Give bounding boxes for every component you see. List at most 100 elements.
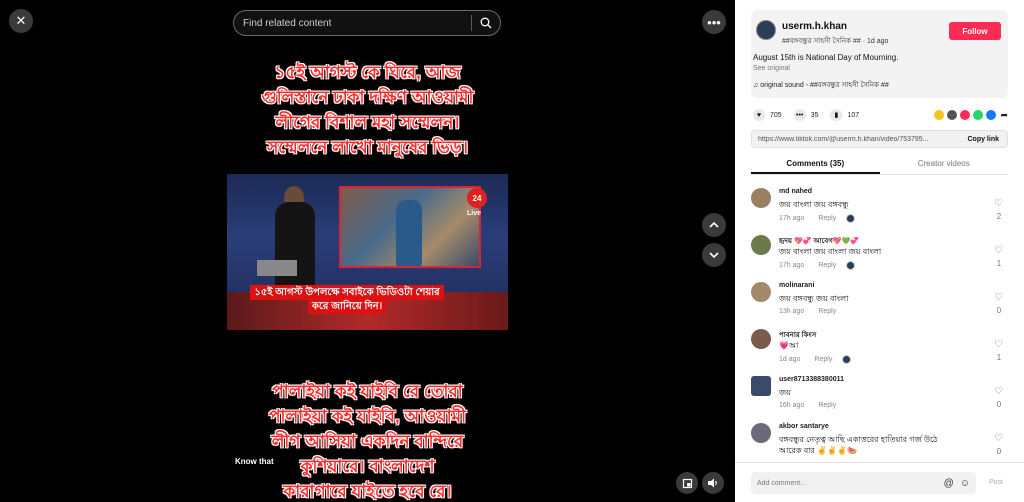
video-frame[interactable]: ১৫ই আগস্ট কে ঘিরে, আজ গুলিস্তানে ঢাকা দক… [227, 44, 508, 502]
comment-like-icon[interactable]: ♡ [994, 386, 1003, 397]
comment-placeholder: Add comment... [757, 479, 807, 487]
copy-link-button[interactable]: Copy link [959, 136, 1007, 143]
creator-liked-avatar [846, 214, 856, 223]
link-share-icon[interactable] [947, 110, 958, 120]
channel-logo: 24 [467, 188, 487, 208]
close-button[interactable]: ✕ [9, 9, 33, 33]
comment-time: 17h ago [779, 215, 805, 222]
like-stat[interactable]: ♥ 705 [753, 109, 782, 121]
post-button[interactable]: Post [989, 479, 1003, 486]
tab-comments[interactable]: Comments (35) [751, 155, 880, 174]
creator-liked-avatar [842, 355, 852, 364]
commenter-name[interactable]: akbor santarye [779, 423, 829, 430]
save-stat[interactable]: ▮ 107 [830, 109, 859, 121]
author-card: userm.h.khan ##বঙ্গবন্ধুর সাহসী সৈনিক ##… [751, 10, 1008, 98]
tab-creator-videos[interactable]: Creator videos [880, 155, 1009, 174]
reply-button[interactable]: Reply [818, 402, 836, 409]
comment-like-icon[interactable]: ♡ [994, 339, 1003, 350]
volume-button[interactable] [702, 472, 724, 494]
creator-liked-avatar [846, 261, 856, 270]
video-bottom-caption: পালাইয়া কই যাইবি রে তোরা পালাইয়া কই যা… [227, 379, 508, 502]
comment-item: md nahed জয় বাংলা জয় বঙ্গবন্ধু 17h ago… [751, 185, 1008, 232]
comment-text: জয় বঙ্গবন্ধু জয় বাংলা [779, 294, 849, 303]
comment-input[interactable]: Add comment... @ ☺ [751, 472, 976, 494]
lower-third-line: ১৫ই আগস্ট উপলক্ষে সবাইকে ভিডিওটা শেয়ার [250, 285, 444, 300]
comment-like-icon[interactable]: ♡ [994, 198, 1003, 209]
commenter-avatar[interactable] [751, 376, 771, 396]
comment-meta: 1d ago Reply [779, 355, 852, 364]
embed-share-icon[interactable] [934, 110, 945, 120]
comment-icon: ••• [793, 109, 806, 121]
reply-button[interactable]: Reply [814, 356, 832, 363]
facebook-icon[interactable] [986, 110, 997, 120]
caption-line: ১৫ই আগস্ট কে ঘিরে, আজ [274, 63, 461, 82]
emoji-icon[interactable]: ☺ [960, 478, 970, 489]
reply-button[interactable]: Reply [818, 262, 836, 269]
search-input[interactable]: Find related content [233, 10, 501, 36]
comment-like-icon[interactable]: ♡ [994, 245, 1003, 256]
screen-person [396, 200, 422, 266]
reply-button[interactable]: Reply [818, 215, 836, 222]
commenter-avatar[interactable] [751, 329, 771, 349]
stats-row: ♥ 705 ••• 35 ▮ 107 ➦ [753, 108, 1008, 122]
mention-icon[interactable]: @ [944, 478, 954, 489]
author-avatar[interactable] [756, 20, 776, 40]
author-username[interactable]: userm.h.khan [782, 21, 847, 32]
share-arrow-icon[interactable]: ➦ [1000, 110, 1008, 121]
whatsapp-icon[interactable] [973, 110, 984, 120]
comment-item: হৃদয় 💖💞 আবেগ💖💚💞 জয় বাংলা জয় বাংলা জয়… [751, 232, 1008, 279]
lower-third-line: করে জানিয়ে দিন। [307, 299, 387, 314]
comment-like-count: 0 [996, 400, 1002, 409]
comment-like-icon[interactable]: ♡ [994, 433, 1003, 444]
volume-icon [708, 478, 717, 488]
save-count: 107 [847, 111, 860, 119]
previous-video-button[interactable] [702, 213, 726, 237]
chevron-up-icon [709, 221, 719, 228]
comment-stat[interactable]: ••• 35 [793, 109, 818, 121]
sound-link[interactable]: ♫ original sound - ##বঙ্গবন্ধুর সাহসী সৈ… [753, 79, 889, 91]
caption-line: পালাইয়া কই যাইবি রে তোরা [272, 382, 463, 401]
post-description: August 15th is National Day of Mourning. [753, 53, 899, 62]
more-options-button[interactable]: ••• [702, 10, 726, 34]
like-count: 705 [770, 111, 782, 119]
caption-line: সম্মেলনে লাখো মানুষের ভিড়। [267, 138, 468, 157]
close-icon: ✕ [15, 13, 27, 28]
comment-text: 💗আ [779, 341, 799, 350]
commenter-avatar[interactable] [751, 423, 771, 443]
share-row: ➦ [931, 110, 1008, 121]
caption-line: কারাগারে যাইতে হবে রে। [283, 482, 452, 501]
send-share-icon[interactable] [960, 110, 971, 120]
comment-text: জয় [779, 388, 791, 397]
commenter-name[interactable]: md nahed [779, 188, 812, 195]
video-pane[interactable]: ✕ Find related content ••• ১৫ই আগস্ট কে … [0, 0, 735, 502]
comment-meta: 17h ago Reply [779, 214, 856, 223]
see-original-link[interactable]: See original [753, 65, 790, 72]
search-icon[interactable] [472, 17, 500, 29]
comment-like-icon[interactable]: ♡ [994, 292, 1003, 303]
pip-button[interactable] [676, 472, 698, 494]
comment-time: 17h ago [779, 262, 805, 269]
news-anchor [275, 202, 315, 292]
commenter-name[interactable]: user8713388380011 [779, 376, 844, 383]
commenter-avatar[interactable] [751, 235, 771, 255]
comment-like-count: 0 [996, 447, 1002, 456]
commenter-avatar[interactable] [751, 188, 771, 208]
side-panel: userm.h.khan ##বঙ্গবন্ধুর সাহসী সৈনিক ##… [735, 0, 1024, 502]
comment-item: user8713388380011 জয় 16h ago Reply ♡ 0 [751, 373, 1008, 420]
comment-like-count: 0 [996, 306, 1002, 315]
more-icon: ••• [707, 14, 721, 30]
comment-meta: 13h ago Reply [779, 308, 836, 315]
link-row: https://www.tiktok.com/@userm.h.khan/vid… [751, 130, 1008, 148]
post-time: 1d ago [866, 38, 889, 45]
caption-line: লীগ আসিয়া একদিন বান্দিরে [271, 432, 464, 451]
comment-like-count: 1 [996, 259, 1002, 268]
commenter-avatar[interactable] [751, 282, 771, 302]
commenter-name[interactable]: molinarani [779, 282, 814, 289]
comment-time: 16h ago [779, 402, 805, 409]
video-url[interactable]: https://www.tiktok.com/@userm.h.khan/vid… [752, 136, 959, 143]
follow-button[interactable]: Follow [949, 22, 1001, 40]
comment-text-line2: আরেক বার ✌️✌️✌️🍉 [779, 446, 858, 455]
reply-button[interactable]: Reply [818, 308, 836, 315]
next-video-button[interactable] [702, 243, 726, 267]
tab-bar: Comments (35) Creator videos [751, 155, 1008, 175]
